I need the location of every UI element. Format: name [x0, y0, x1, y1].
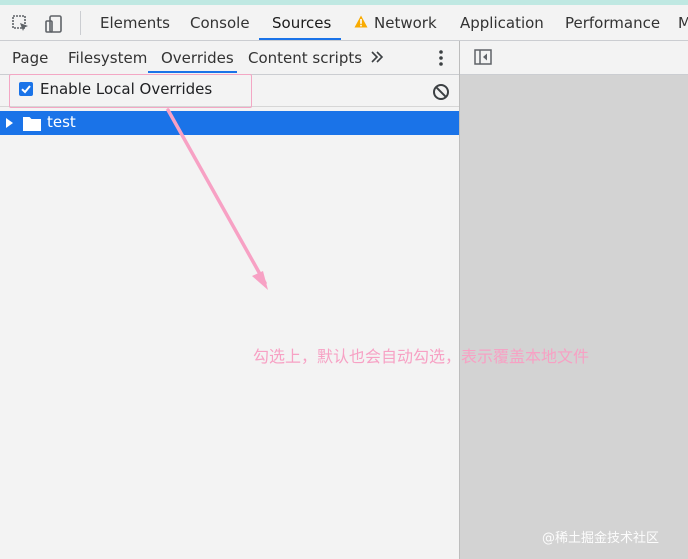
- tab-elements[interactable]: Elements: [100, 5, 170, 40]
- navigator-tab-content-scripts[interactable]: Content scripts: [248, 41, 362, 74]
- annotation-highlight-box: [9, 74, 252, 108]
- device-toolbar-icon[interactable]: [43, 13, 65, 35]
- sources-navigator: Page Filesystem Overrides Content script…: [0, 41, 459, 559]
- navigator-tabbar: Page Filesystem Overrides Content script…: [0, 41, 459, 75]
- expand-triangle-icon[interactable]: [6, 118, 13, 128]
- annotation-text: 勾选上，默认也会自动勾选，表示覆盖本地文件: [253, 347, 590, 366]
- navigator-tab-filesystem[interactable]: Filesystem: [68, 41, 147, 74]
- tab-console[interactable]: Console: [190, 5, 250, 40]
- tree-item-label: test: [47, 113, 76, 131]
- folder-icon: [23, 117, 41, 131]
- warning-icon: [354, 15, 368, 28]
- tab-sources[interactable]: Sources: [272, 5, 331, 40]
- tab-network[interactable]: Network: [354, 5, 437, 40]
- tab-network-label: Network: [374, 14, 437, 32]
- editor-toolbar: [460, 41, 688, 75]
- editor-pane: [459, 41, 688, 559]
- active-tab-indicator: [259, 38, 341, 40]
- inspect-element-icon[interactable]: [10, 13, 32, 35]
- tab-application[interactable]: Application: [460, 5, 544, 40]
- block-icon[interactable]: [432, 83, 450, 101]
- watermark-text: @稀土掘金技术社区: [542, 531, 660, 546]
- devtools-main-tabbar: Elements Console Sources Network Applica…: [0, 5, 688, 41]
- double-chevron-right-icon[interactable]: [369, 49, 385, 65]
- tab-performance[interactable]: Performance: [565, 5, 660, 40]
- toggle-navigator-icon[interactable]: [474, 49, 492, 65]
- kebab-menu-icon[interactable]: [433, 48, 449, 68]
- tab-memory-truncated[interactable]: M: [678, 5, 688, 40]
- navigator-active-indicator: [148, 71, 237, 73]
- toolbar-separator: [80, 11, 81, 35]
- navigator-tab-page[interactable]: Page: [12, 41, 48, 74]
- navigator-tab-overrides[interactable]: Overrides: [161, 41, 234, 74]
- tree-item-test[interactable]: test: [0, 111, 459, 135]
